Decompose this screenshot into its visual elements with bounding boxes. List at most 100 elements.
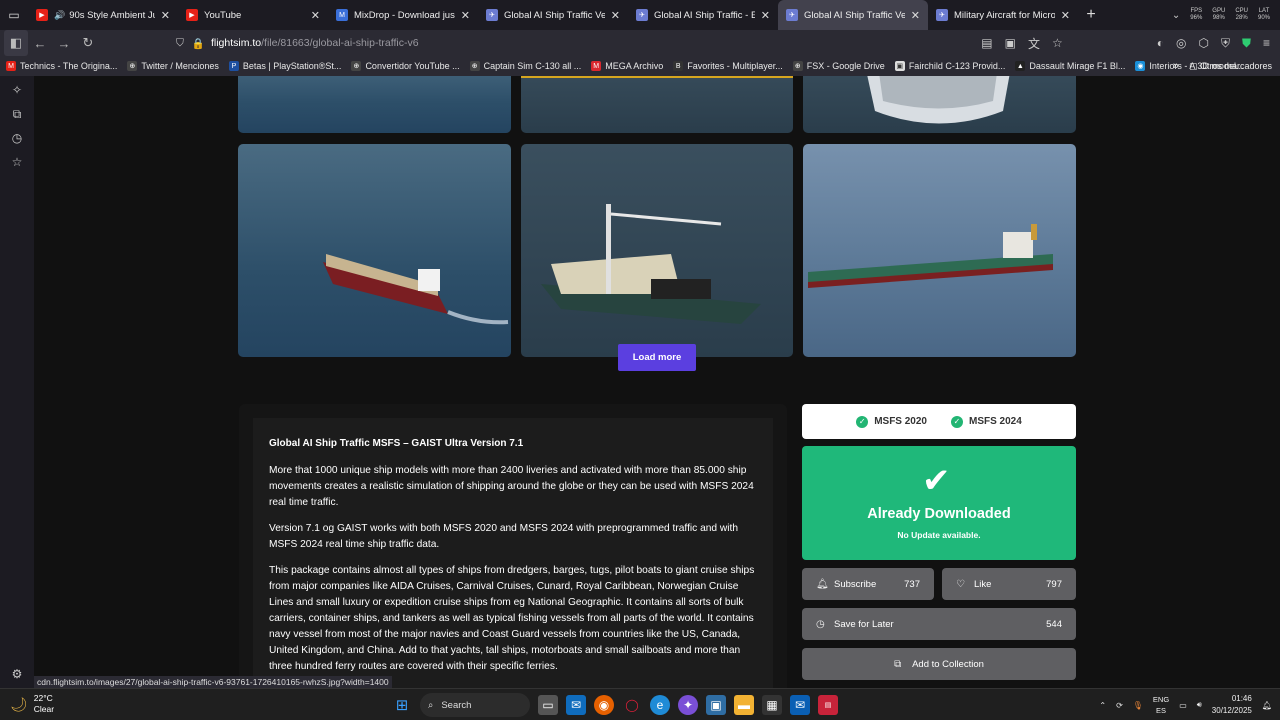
tab[interactable]: ✈ Global AI Ship Traffic - Explore ✕: [628, 0, 778, 30]
chevron-up-icon[interactable]: ⌃: [1099, 701, 1106, 710]
shield-icon[interactable]: ⛉: [176, 37, 184, 50]
ship-image: [541, 204, 761, 324]
bookmarks-overflow: » ▢ Otros marcadores: [1173, 56, 1272, 76]
bookmark[interactable]: B Favorites - Multiplayer...: [673, 61, 783, 71]
url-bar[interactable]: ⛉ 🔒 flightsim.to/file/81663/global-ai-sh…: [176, 32, 1056, 54]
bookmark[interactable]: ⊕ Twitter / Menciones: [127, 61, 219, 71]
page-content: Load more Global AI Ship Traffic MSFS – …: [34, 76, 1280, 688]
screenshot-icon[interactable]: ▣: [1005, 36, 1016, 50]
vpn-icon[interactable]: ⛨: [1221, 36, 1230, 51]
status-url: cdn.flightsim.to/images/27/global-ai-shi…: [34, 676, 392, 688]
chevron-right-icon[interactable]: »: [1173, 60, 1179, 72]
copilot-icon[interactable]: ✦: [678, 695, 698, 715]
store-icon[interactable]: ▦: [762, 695, 782, 715]
file-explorer-icon[interactable]: ▬: [734, 695, 754, 715]
container-icon[interactable]: ◎: [1176, 36, 1186, 50]
sidebar-toggle-icon[interactable]: ◧: [4, 30, 28, 56]
close-icon[interactable]: ✕: [311, 9, 320, 22]
language-indicator[interactable]: ENG ES: [1153, 694, 1169, 716]
star-icon[interactable]: ☆: [1052, 36, 1063, 50]
close-icon[interactable]: ✕: [461, 9, 470, 22]
windows-start-icon[interactable]: ⊞: [392, 695, 412, 715]
clock-icon: ◷: [816, 618, 825, 630]
reload-icon[interactable]: ↻: [76, 30, 100, 56]
bookmark[interactable]: P Betas | PlayStation®St...: [228, 61, 341, 71]
bookmark[interactable]: M MEGA Archivo: [591, 61, 663, 71]
outlook-icon[interactable]: ✉: [566, 695, 586, 715]
settings-icon[interactable]: ⚙: [9, 666, 25, 682]
lock-icon[interactable]: 🔒: [192, 37, 205, 50]
speaker-icon[interactable]: 🔊: [54, 10, 65, 21]
gallery-image[interactable]: [803, 144, 1076, 357]
tab[interactable]: ▶ 🔊 90s Style Ambient Jungle M ✕: [28, 0, 178, 30]
tab[interactable]: ✈ Military Aircraft for Microsoft Fl ✕: [928, 0, 1078, 30]
download-status-card[interactable]: ✔ Already Downloaded No Update available…: [802, 446, 1076, 560]
like-button[interactable]: ♡ Like 797: [942, 568, 1076, 600]
bookmark[interactable]: M Technics - The Origina...: [6, 61, 117, 71]
tab-title: YouTube: [204, 9, 242, 21]
bookmark[interactable]: ⊕ Convertidor YouTube ...: [351, 61, 460, 71]
toolbar-icons: ▤ ▣ 文 ☆ ◐ ◎ ⬡ ⛨ ⛊ ≡: [981, 30, 1270, 56]
load-more-button[interactable]: Load more: [618, 344, 696, 371]
clock[interactable]: 01:46 30/12/2025: [1212, 693, 1252, 717]
opera-icon[interactable]: ◯: [622, 695, 642, 715]
app-icon[interactable]: ▤: [818, 695, 838, 715]
tab-title: MixDrop - Download justflight-: [354, 9, 455, 21]
notification-icon[interactable]: 🔔︎: [1262, 701, 1272, 710]
gallery-image[interactable]: [803, 76, 1076, 133]
tab[interactable]: M MixDrop - Download justflight- ✕: [328, 0, 478, 30]
taskbar-search[interactable]: ⌕ Search: [420, 693, 530, 717]
weather-temp: 22°C: [33, 693, 53, 703]
close-icon[interactable]: ✕: [611, 9, 620, 22]
history-icon[interactable]: ◷: [9, 130, 25, 146]
subscribe-button[interactable]: 🔔︎ Subscribe 737: [802, 568, 934, 600]
bookmarks-icon[interactable]: ☆: [9, 154, 25, 170]
close-icon[interactable]: ✕: [1061, 9, 1070, 22]
bookmark[interactable]: ▲ Dassault Mirage F1 Bl...: [1015, 61, 1125, 71]
tab[interactable]: ✈ Global AI Ship Traffic Version 7. ✕: [478, 0, 628, 30]
forward-icon[interactable]: →: [52, 30, 76, 56]
display-icon[interactable]: ▭: [1179, 701, 1187, 710]
check-icon: ✓: [856, 415, 869, 428]
adblock-icon[interactable]: ⛊: [1242, 36, 1251, 51]
tab[interactable]: ▶ YouTube ✕: [178, 0, 328, 30]
close-icon[interactable]: ✕: [161, 9, 170, 22]
bookmark[interactable]: ▣ Fairchild C-123 Provid...: [894, 61, 1005, 71]
tab-active[interactable]: ✈ Global AI Ship Traffic Version 7. ✕: [778, 0, 928, 30]
back-icon[interactable]: ←: [28, 30, 52, 56]
translate-icon[interactable]: 文: [1028, 35, 1040, 52]
close-icon[interactable]: ✕: [911, 9, 920, 22]
ai-chat-icon[interactable]: ✧: [9, 82, 25, 98]
globe-icon: ⊕: [792, 61, 803, 71]
bookmark[interactable]: ⊕ Captain Sim C-130 all ...: [469, 61, 581, 71]
extension-icon[interactable]: ◐: [1157, 36, 1164, 50]
close-icon[interactable]: ✕: [761, 9, 770, 22]
gallery-image[interactable]: [521, 76, 793, 133]
save-for-later-button[interactable]: ◷ Save for Later 544: [802, 608, 1076, 640]
menu-icon[interactable]: ≡: [1263, 36, 1270, 50]
tab-overview-icon[interactable]: ▭: [0, 0, 28, 30]
gallery-image[interactable]: [521, 144, 793, 357]
reader-view-icon[interactable]: ▤: [981, 36, 992, 50]
chevron-down-icon[interactable]: ⌄: [1172, 10, 1180, 21]
gallery-image[interactable]: [238, 144, 511, 357]
weather-condition: Clear: [33, 704, 55, 714]
other-bookmarks[interactable]: ▢ Otros marcadores: [1189, 61, 1272, 72]
add-to-collection-button[interactable]: ⧉ Add to Collection: [802, 648, 1076, 680]
new-tab-button[interactable]: +: [1078, 0, 1104, 30]
bookmark[interactable]: ⊕ FSX - Google Drive: [792, 61, 885, 71]
extensions-icon[interactable]: ⬡: [1198, 36, 1208, 50]
check-icon: ✔: [922, 462, 951, 500]
remote-desktop-icon[interactable]: ▣: [706, 695, 726, 715]
edge-icon[interactable]: e: [650, 695, 670, 715]
volume-icon[interactable]: 🔊︎: [1197, 700, 1202, 710]
microphone-icon[interactable]: 🎙︎: [1133, 701, 1143, 710]
weather-widget[interactable]: 🌙︎ 22°C Clear: [10, 693, 54, 715]
outlook-app-icon[interactable]: ✉: [790, 695, 810, 715]
firefox-icon[interactable]: ◉: [594, 695, 614, 715]
gallery-image[interactable]: [238, 76, 511, 133]
sync-icon[interactable]: ⟳: [1116, 701, 1123, 710]
ship-image: [238, 76, 511, 133]
task-view-icon[interactable]: ▭: [538, 695, 558, 715]
synced-tabs-icon[interactable]: ⧉: [9, 106, 25, 122]
